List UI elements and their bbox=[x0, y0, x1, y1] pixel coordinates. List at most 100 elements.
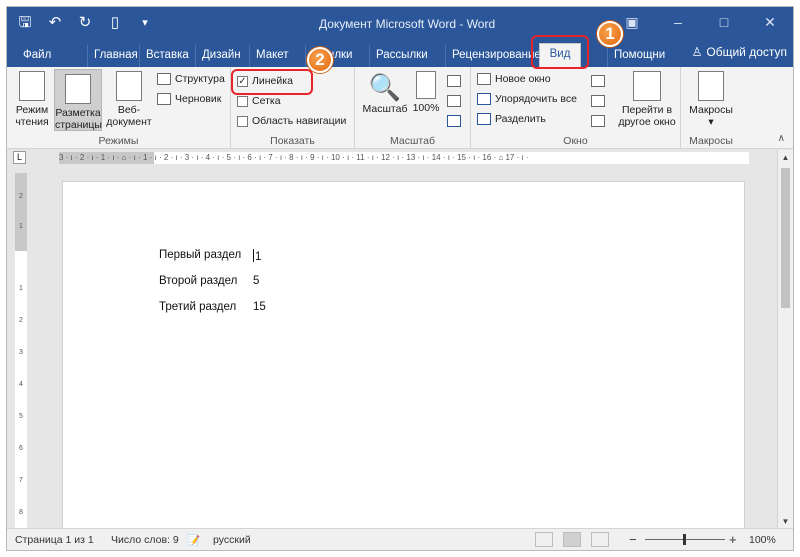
document-line[interactable]: Второй раздел 5 bbox=[159, 275, 259, 287]
ruler-tick: 5 bbox=[19, 413, 23, 420]
zoom-level[interactable]: 100% bbox=[749, 534, 776, 546]
tab-design[interactable]: Дизайн bbox=[195, 45, 247, 67]
scroll-up-icon[interactable]: ▲ bbox=[781, 153, 790, 162]
outline-button[interactable]: Структура bbox=[157, 73, 225, 85]
switch-windows-button[interactable]: Перейти в другое окно bbox=[617, 71, 677, 133]
split-button[interactable]: Разделить bbox=[477, 113, 546, 125]
new-doc-icon[interactable]: ▯ bbox=[107, 14, 123, 32]
draft-icon bbox=[157, 93, 171, 105]
document-line[interactable]: Первый раздел 1 bbox=[159, 249, 261, 263]
ruler-tick: 2 bbox=[19, 193, 23, 200]
ribbon-view: Режим чтения Разметка страницы Веб- доку… bbox=[7, 67, 793, 149]
tab-help[interactable]: Помощни bbox=[607, 45, 671, 67]
group-modes: Режим чтения Разметка страницы Веб- доку… bbox=[7, 67, 231, 149]
page-count[interactable]: Страница 1 из 1 bbox=[15, 534, 94, 546]
arrange-all-icon bbox=[477, 93, 491, 105]
word-count[interactable]: Число слов: 9 bbox=[111, 534, 179, 546]
ruler-top-margin bbox=[15, 173, 27, 251]
customize-icon[interactable]: ▾ bbox=[137, 14, 153, 32]
language[interactable]: русский bbox=[213, 534, 251, 546]
line-text: Третий раздел bbox=[159, 301, 237, 313]
group-label-zoom: Масштаб bbox=[390, 135, 435, 147]
horizontal-ruler[interactable]: 3 · ı · 2 · ı · 1 · ı · ⌂ · ı · 1 · ı · … bbox=[59, 152, 749, 164]
document-line[interactable]: Третий раздел 15 bbox=[159, 301, 266, 313]
macros-icon bbox=[698, 71, 724, 101]
sync-scroll-icon[interactable] bbox=[591, 95, 605, 107]
magnifier-icon: 🔍 bbox=[368, 72, 402, 102]
redo-icon[interactable]: ↻ bbox=[77, 14, 93, 32]
collapse-ribbon-icon[interactable]: ∧ bbox=[778, 133, 785, 144]
multiple-pages-icon[interactable] bbox=[447, 95, 461, 107]
zoom-in-button[interactable]: + bbox=[729, 532, 737, 547]
horizontal-ruler-row: L 3 · ı · 2 · ı · 1 · ı · ⌂ · ı · 1 · ı … bbox=[7, 150, 793, 166]
checkbox-empty-icon bbox=[237, 115, 248, 127]
page-width-icon[interactable] bbox=[447, 115, 461, 127]
arrange-all-button[interactable]: Упорядочить все bbox=[477, 93, 577, 105]
print-layout-label-2: страницы bbox=[55, 119, 102, 131]
minimize-icon[interactable]: – bbox=[655, 7, 701, 39]
tab-file[interactable]: Файл bbox=[17, 45, 57, 67]
group-macros: Макросы ▾ Макросы bbox=[681, 67, 741, 149]
zoom-100-button[interactable]: 100% bbox=[411, 71, 441, 129]
web-layout-icon bbox=[116, 71, 142, 101]
nav-pane-label: Область навигации bbox=[252, 115, 347, 127]
undo-icon[interactable]: ↶ bbox=[47, 14, 63, 32]
ruler-tick: 3 bbox=[19, 349, 23, 356]
print-layout-button[interactable]: Разметка страницы bbox=[54, 69, 102, 131]
print-layout-view-button[interactable] bbox=[563, 532, 581, 547]
share-button[interactable]: ♙ Общий доступ bbox=[692, 45, 787, 59]
macros-button[interactable]: Макросы ▾ bbox=[685, 71, 737, 133]
print-layout-label-1: Разметка bbox=[55, 107, 101, 119]
person-icon: ♙ bbox=[691, 45, 703, 59]
scroll-down-icon[interactable]: ▼ bbox=[781, 517, 790, 526]
read-mode-label-1: Режим bbox=[15, 104, 49, 116]
reset-position-icon[interactable] bbox=[591, 115, 605, 127]
ribbon-tabs: Файл Главная Вставка Дизайн Макет Ссылки… bbox=[7, 39, 793, 67]
group-label-macros: Макросы bbox=[689, 135, 733, 147]
web-layout-view-button[interactable] bbox=[591, 532, 609, 547]
checkbox-empty-icon bbox=[237, 95, 248, 107]
draft-button[interactable]: Черновик bbox=[157, 93, 221, 105]
group-label-modes: Режимы bbox=[98, 135, 139, 147]
tab-mailings[interactable]: Рассылки bbox=[369, 45, 434, 67]
web-layout-button[interactable]: Веб- документ bbox=[105, 71, 153, 129]
maximize-icon[interactable]: □ bbox=[701, 7, 747, 39]
read-mode-view-button[interactable] bbox=[535, 532, 553, 547]
title-bar: 🖫 ↶ ↻ ▯ ▾ Документ Microsoft Word - Word… bbox=[7, 7, 793, 39]
macros-label: Макросы bbox=[689, 104, 733, 116]
proofing-icon[interactable]: 📝 bbox=[187, 534, 200, 547]
split-icon bbox=[477, 113, 491, 125]
tab-layout[interactable]: Макет bbox=[249, 45, 295, 67]
vertical-ruler[interactable]: 2 1 1 2 3 4 5 6 7 8 bbox=[15, 173, 27, 528]
close-icon[interactable]: ✕ bbox=[747, 7, 793, 39]
document-page[interactable]: Первый раздел 1 Второй раздел 5 Третий р… bbox=[62, 181, 745, 541]
status-bar: Страница 1 из 1 Число слов: 9 📝 русский … bbox=[7, 528, 793, 550]
nav-pane-checkbox[interactable]: Область навигации bbox=[237, 115, 346, 127]
read-mode-icon bbox=[19, 71, 45, 101]
document-canvas: Первый раздел 1 Второй раздел 5 Третий р… bbox=[31, 167, 773, 541]
scroll-thumb[interactable] bbox=[781, 168, 790, 308]
tab-insert[interactable]: Вставка bbox=[139, 45, 195, 67]
zoom-small-buttons bbox=[447, 75, 461, 127]
save-icon[interactable]: 🖫 bbox=[17, 14, 33, 32]
read-mode-button[interactable]: Режим чтения bbox=[11, 71, 53, 129]
new-window-label: Новое окно bbox=[495, 73, 551, 85]
draft-label: Черновик bbox=[175, 93, 222, 105]
print-layout-icon bbox=[65, 74, 91, 104]
zoom-out-button[interactable]: − bbox=[629, 532, 637, 547]
zoom-slider-thumb[interactable] bbox=[683, 534, 686, 545]
tab-home[interactable]: Главная bbox=[87, 45, 144, 67]
ruler-tick: 2 bbox=[19, 317, 23, 324]
tab-selector[interactable]: L bbox=[13, 151, 26, 164]
zoom-button[interactable]: 🔍 Масштаб bbox=[361, 71, 409, 129]
vertical-scrollbar[interactable]: ▲ ▼ bbox=[777, 150, 793, 529]
arrange-all-label: Упорядочить все bbox=[495, 93, 577, 105]
gridlines-label: Сетка bbox=[252, 95, 281, 107]
gridlines-checkbox[interactable]: Сетка bbox=[237, 95, 281, 107]
one-page-icon[interactable] bbox=[447, 75, 461, 87]
side-by-side-icon[interactable] bbox=[591, 75, 605, 87]
highlight-view-tab bbox=[531, 35, 589, 69]
ruler-tick: 4 bbox=[19, 381, 23, 388]
new-window-button[interactable]: Новое окно bbox=[477, 73, 551, 85]
ruler-tick: 1 bbox=[19, 223, 23, 230]
